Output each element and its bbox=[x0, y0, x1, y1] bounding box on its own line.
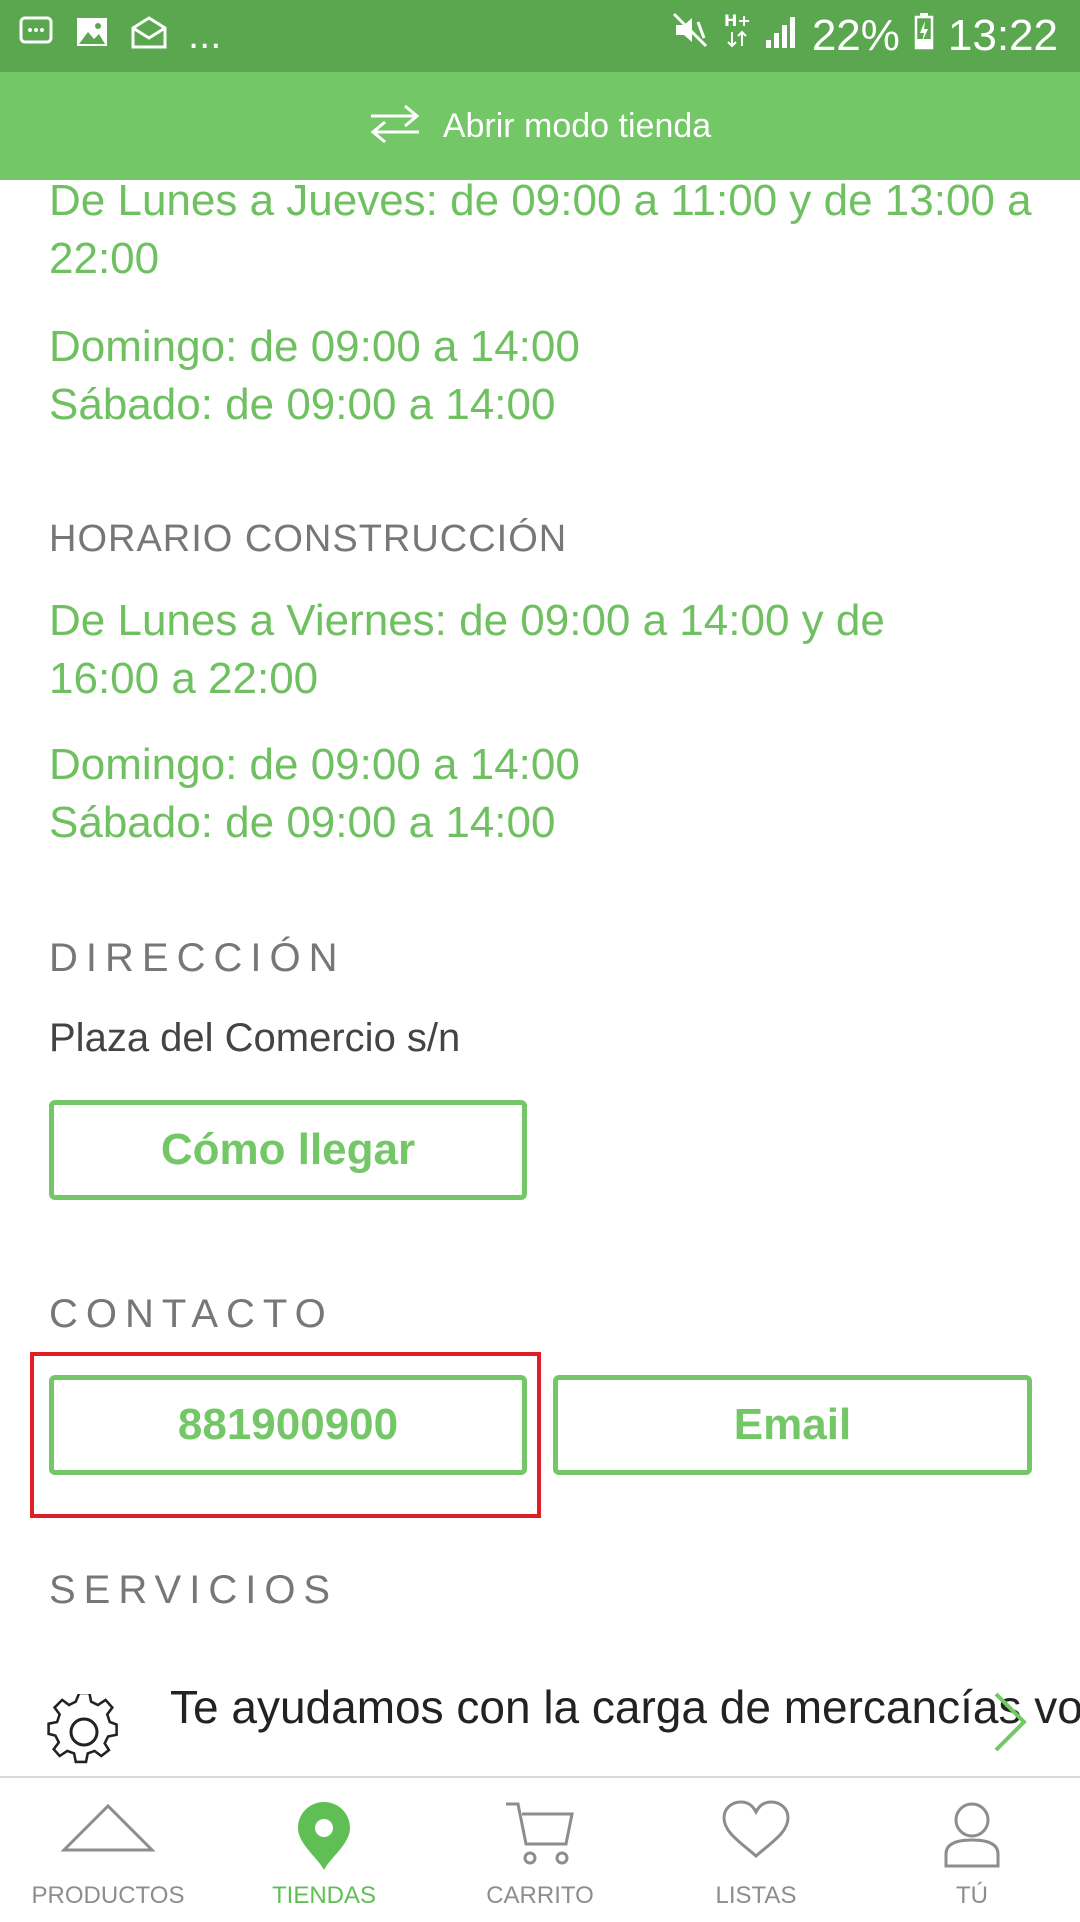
nav-listas-label: LISTAS bbox=[715, 1882, 797, 1909]
schedule-weekday: De Lunes a Jueves: de 09:00 a 11:00 y de… bbox=[49, 180, 1032, 283]
swap-arrows-icon bbox=[369, 104, 421, 149]
service-label: Te ayudamos con la carga de mercancías v… bbox=[170, 1681, 1080, 1733]
heart-icon bbox=[720, 1800, 792, 1865]
signal-icon bbox=[764, 11, 798, 61]
mail-icon bbox=[130, 14, 168, 55]
message-icon bbox=[18, 14, 54, 55]
services-title: SERVICIOS bbox=[49, 1568, 339, 1612]
gear-icon bbox=[46, 1691, 122, 1775]
construction-saturday: Sábado: de 09:00 a 14:00 bbox=[49, 798, 556, 847]
directions-button[interactable]: Cómo llegar bbox=[49, 1100, 527, 1200]
open-store-mode-label: Abrir modo tienda bbox=[442, 106, 712, 145]
gallery-icon bbox=[74, 14, 110, 55]
nav-productos[interactable]: PRODUCTOS bbox=[0, 1778, 216, 1922]
construction-schedule-title: HORARIO CONSTRUCCIÓN bbox=[49, 518, 568, 560]
map-pin-icon bbox=[294, 1800, 354, 1877]
open-store-mode-bar[interactable]: Abrir modo tienda bbox=[0, 72, 1080, 180]
nav-carrito[interactable]: CARRITO bbox=[432, 1778, 648, 1922]
nav-tu[interactable]: TÚ bbox=[864, 1778, 1080, 1922]
construction-weekday: De Lunes a Viernes: de 09:00 a 14:00 y d… bbox=[49, 596, 885, 703]
cart-icon bbox=[504, 1800, 576, 1873]
phone-button[interactable]: 881900900 bbox=[49, 1375, 527, 1475]
nav-tu-label: TÚ bbox=[956, 1882, 988, 1909]
home-triangle-icon bbox=[60, 1800, 156, 1861]
nav-tiendas[interactable]: TIENDAS bbox=[216, 1778, 432, 1922]
address-title: DIRECCIÓN bbox=[49, 936, 346, 980]
more-notifications: ... bbox=[188, 12, 222, 57]
battery-percent: 22% bbox=[811, 10, 900, 60]
user-icon bbox=[942, 1800, 1002, 1875]
svg-text:H+: H+ bbox=[724, 11, 750, 30]
contact-title: CONTACTO bbox=[49, 1292, 334, 1336]
construction-sunday: Domingo: de 09:00 a 14:00 bbox=[49, 740, 580, 789]
nav-tiendas-label: TIENDAS bbox=[271, 1882, 376, 1909]
service-item[interactable]: Te ayudamos con la carga de mercancías v… bbox=[0, 1670, 1080, 1776]
email-button[interactable]: Email bbox=[553, 1375, 1032, 1475]
bottom-navigation: PRODUCTOS TIENDAS CARRITO LISTAS TÚ bbox=[0, 1776, 1080, 1922]
mute-icon bbox=[670, 10, 710, 61]
chevron-right-icon bbox=[990, 1690, 1030, 1759]
status-bar: ... H+ 22% 13:22 bbox=[0, 0, 1080, 72]
network-hplus-icon: H+ bbox=[724, 10, 751, 61]
clock: 13:22 bbox=[947, 10, 1058, 60]
nav-productos-label: PRODUCTOS bbox=[31, 1882, 185, 1909]
battery-charging-icon bbox=[914, 11, 934, 61]
schedule-sunday: Domingo: de 09:00 a 14:00 bbox=[49, 322, 580, 371]
nav-listas[interactable]: LISTAS bbox=[648, 1778, 864, 1922]
address-text: Plaza del Comercio s/n bbox=[49, 1016, 461, 1060]
schedule-saturday: Sábado: de 09:00 a 14:00 bbox=[49, 380, 556, 429]
store-detail-content[interactable]: De Lunes a Jueves: de 09:00 a 11:00 y de… bbox=[0, 180, 1080, 1776]
nav-carrito-label: CARRITO bbox=[486, 1882, 594, 1909]
